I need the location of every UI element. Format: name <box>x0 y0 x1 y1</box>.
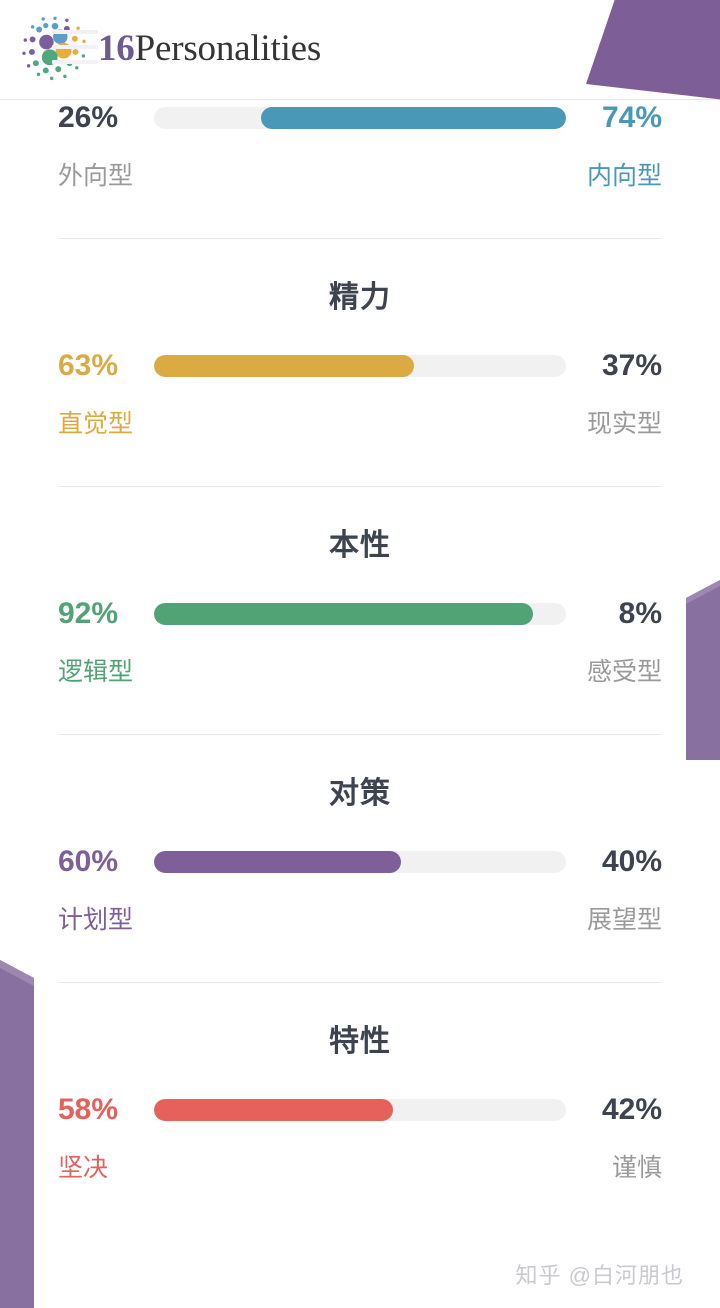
trait-right-label: 谨慎 <box>611 1154 662 1182</box>
trait-bar-row: 26% 74% <box>58 101 662 135</box>
trait-section-nature: 本性 92% 8% 逻辑型 感受型 <box>0 487 720 735</box>
trait-left-label: 计划型 <box>58 906 134 934</box>
trait-progress-bar <box>154 603 566 625</box>
hamburger-bar-1 <box>52 30 98 34</box>
trait-left-label: 逻辑型 <box>58 658 134 686</box>
trait-bar-row: 58% 42% <box>58 1093 662 1127</box>
trait-left-percent: 60% <box>58 845 119 878</box>
trait-right-label: 现实型 <box>586 410 662 438</box>
trait-progress-fill <box>261 107 566 129</box>
hamburger-bar-3 <box>52 60 98 64</box>
trait-progress-fill <box>154 355 414 377</box>
trait-label-row: 逻辑型 感受型 <box>58 657 662 687</box>
logo-word-text: Personalities <box>134 27 322 69</box>
trait-left-percent: 26% <box>58 101 119 134</box>
trait-left-label: 坚决 <box>58 1154 109 1182</box>
trait-section-tactics: 对策 60% 40% 计划型 展望型 <box>0 735 720 983</box>
site-header: 16Personalities <box>0 0 720 100</box>
trait-right-label: 内向型 <box>586 162 662 190</box>
trait-label-row: 坚决 谨慎 <box>58 1153 662 1183</box>
trait-label-row: 外向型 内向型 <box>58 161 662 191</box>
trait-right-percent: 40% <box>601 845 662 878</box>
trait-progress-bar <box>154 1099 566 1121</box>
trait-progress-bar <box>154 107 566 129</box>
trait-label-row: 直觉型 现实型 <box>58 409 662 439</box>
trait-list: 26% 74% 外向型 内向型 精力 63% 37% 直觉型 现实型 本性 92… <box>0 101 720 1183</box>
trait-progress-fill <box>154 603 534 625</box>
trait-section-energy: 精力 63% 37% 直觉型 现实型 <box>0 239 720 487</box>
trait-bar-row: 60% 40% <box>58 845 662 879</box>
trait-section-mind: 26% 74% 外向型 内向型 <box>0 101 720 239</box>
trait-progress-fill <box>154 851 402 873</box>
hamburger-bar-2 <box>52 45 98 49</box>
trait-right-percent: 37% <box>601 349 662 382</box>
trait-heading: 本性 <box>329 529 391 562</box>
trait-heading: 特性 <box>329 1025 391 1058</box>
trait-heading: 精力 <box>329 281 391 314</box>
trait-progress-fill <box>154 1099 393 1121</box>
trait-right-percent: 42% <box>601 1093 662 1126</box>
trait-bar-row: 63% 37% <box>58 349 662 383</box>
logo-number: 16 <box>98 27 135 69</box>
personality-results-page: 16Personalities 26% 74% 外向型 内向型 精力 63% 3… <box>0 0 720 1308</box>
trait-right-label: 感受型 <box>586 658 662 686</box>
trait-left-label: 直觉型 <box>58 410 134 438</box>
trait-bar-row: 92% 8% <box>58 597 662 631</box>
trait-progress-bar <box>154 851 566 873</box>
trait-right-percent: 74% <box>601 101 662 134</box>
zhihu-watermark: 知乎 @白河朋也 <box>515 1263 684 1288</box>
trait-left-percent: 58% <box>58 1093 119 1126</box>
trait-section-identity: 特性 58% 42% 坚决 谨慎 <box>0 983 720 1183</box>
hamburger-menu-icon[interactable] <box>52 30 98 64</box>
trait-left-percent: 92% <box>58 597 119 630</box>
menu-tab-polygon <box>586 0 720 100</box>
trait-progress-bar <box>154 355 566 377</box>
menu-tab-shape <box>586 0 720 100</box>
site-logo-wordmark: 16Personalities <box>98 30 321 67</box>
trait-right-percent: 8% <box>618 597 662 630</box>
trait-left-label: 外向型 <box>58 162 134 190</box>
trait-right-label: 展望型 <box>586 906 662 934</box>
trait-heading: 对策 <box>329 777 391 810</box>
trait-left-percent: 63% <box>58 349 119 382</box>
trait-label-row: 计划型 展望型 <box>58 905 662 935</box>
